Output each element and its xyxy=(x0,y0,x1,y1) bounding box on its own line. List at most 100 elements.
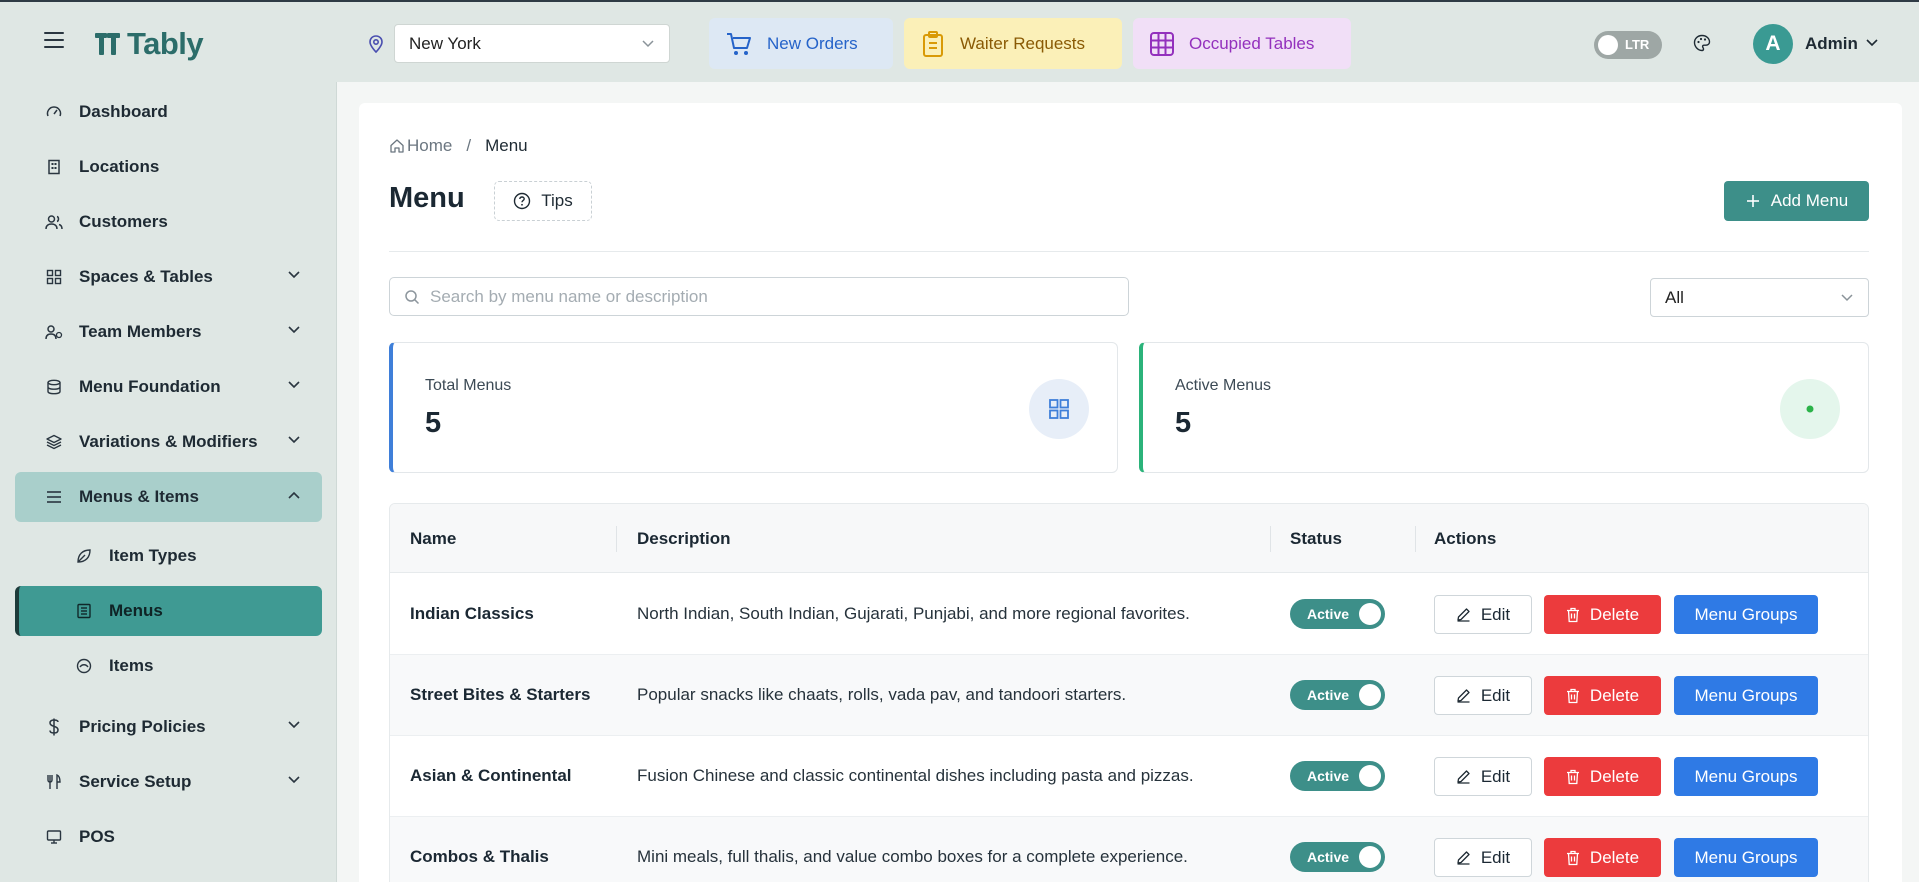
sidebar-item-label: Dashboard xyxy=(79,102,168,121)
location-select[interactable]: New York xyxy=(394,24,670,63)
table-row: Combos & Thalis Mini meals, full thalis,… xyxy=(390,817,1868,882)
sidebar-subitem-items[interactable]: Items xyxy=(15,641,322,691)
users-icon xyxy=(45,213,63,231)
sidebar-item-menu-foundation[interactable]: Menu Foundation xyxy=(15,362,322,412)
chevron-down-icon xyxy=(642,40,654,48)
menu-groups-button[interactable]: Menu Groups xyxy=(1674,757,1818,796)
brand-name: Tably xyxy=(127,26,204,61)
direction-toggle[interactable]: LTR xyxy=(1594,31,1662,59)
sidebar-item-label: Variations & Modifiers xyxy=(79,432,258,451)
edit-button[interactable]: Edit xyxy=(1434,676,1532,715)
search-placeholder: Search by menu name or description xyxy=(430,286,708,306)
sidebar-item-spaces-tables[interactable]: Spaces & Tables xyxy=(15,252,322,302)
active-dot-icon xyxy=(1780,379,1840,439)
sidebar-item-label: Spaces & Tables xyxy=(79,267,213,286)
status-label: Active xyxy=(1307,687,1350,703)
delete-button[interactable]: Delete xyxy=(1544,595,1661,634)
column-header-name[interactable]: Name xyxy=(410,529,456,549)
table-row: Indian Classics North Indian, South Indi… xyxy=(390,574,1868,655)
pencil-icon xyxy=(1457,608,1470,622)
sidebar-item-menus-items[interactable]: Menus & Items xyxy=(15,472,322,522)
delete-button[interactable]: Delete xyxy=(1544,838,1661,877)
menu-description: Fusion Chinese and classic continental d… xyxy=(637,766,1194,785)
brand-logo[interactable]: Tably xyxy=(93,26,204,62)
sidebar-item-customers[interactable]: Customers xyxy=(15,197,322,247)
column-divider xyxy=(616,526,617,552)
sidebar-item-service-setup[interactable]: Service Setup xyxy=(15,757,322,807)
total-menus-label: Total Menus xyxy=(425,377,512,394)
column-header-status[interactable]: Status xyxy=(1290,529,1342,549)
status-toggle[interactable]: Active xyxy=(1290,680,1385,710)
chevron-down-icon xyxy=(288,436,300,444)
toggle-knob xyxy=(1359,684,1381,706)
gauge-icon xyxy=(45,103,63,121)
tably-logo-icon xyxy=(95,33,120,55)
active-menus-card: Active Menus 5 xyxy=(1139,342,1869,473)
menu-groups-button[interactable]: Menu Groups xyxy=(1674,595,1818,634)
add-menu-button[interactable]: Add Menu xyxy=(1724,181,1869,221)
table-row: Asian & Continental Fusion Chinese and c… xyxy=(390,736,1868,817)
status-filter-value: All xyxy=(1665,287,1684,307)
delete-button[interactable]: Delete xyxy=(1544,676,1661,715)
palette-icon[interactable] xyxy=(1693,34,1711,52)
sidebar-subitem-menus[interactable]: Menus xyxy=(15,586,322,636)
dollar-icon xyxy=(45,718,63,736)
sidebar-subitem-label: Menus xyxy=(109,601,163,620)
occupied-tables-button[interactable]: Occupied Tables xyxy=(1133,18,1351,69)
delete-button[interactable]: Delete xyxy=(1544,757,1661,796)
grid-icon xyxy=(1029,379,1089,439)
column-divider xyxy=(1270,526,1271,552)
sidebar-subitem-label: Items xyxy=(109,656,154,675)
hamburger-menu-icon[interactable] xyxy=(44,32,64,48)
status-toggle[interactable]: Active xyxy=(1290,599,1385,629)
list-icon xyxy=(45,488,63,506)
menu-description: Mini meals, full thalis, and value combo… xyxy=(637,847,1188,866)
column-header-description[interactable]: Description xyxy=(637,529,731,549)
chevron-down-icon xyxy=(1841,294,1853,302)
delete-label: Delete xyxy=(1589,847,1640,867)
pencil-icon xyxy=(1457,770,1470,784)
map-pin-icon xyxy=(369,35,383,53)
sidebar-item-pricing-policies[interactable]: Pricing Policies xyxy=(15,702,322,752)
menu-groups-button[interactable]: Menu Groups xyxy=(1674,676,1818,715)
sidebar-item-dashboard[interactable]: Dashboard xyxy=(15,87,322,137)
table-row: Street Bites & Starters Popular snacks l… xyxy=(390,655,1868,736)
team-icon xyxy=(45,323,63,341)
column-divider xyxy=(1415,526,1416,552)
column-header-actions: Actions xyxy=(1434,529,1497,548)
edit-button[interactable]: Edit xyxy=(1434,757,1532,796)
edit-button[interactable]: Edit xyxy=(1434,838,1532,877)
sidebar-item-label: Customers xyxy=(79,212,168,231)
sidebar-item-label: Locations xyxy=(79,157,160,176)
menus-table: Name Description Status Actions Indian C… xyxy=(389,503,1869,882)
tips-button[interactable]: Tips xyxy=(494,181,592,221)
active-menus-value: 5 xyxy=(1175,407,1192,439)
breadcrumb-home-link[interactable]: Home xyxy=(407,136,452,156)
sidebar-item-locations[interactable]: Locations xyxy=(15,142,322,192)
sidebar-item-label: Menu Foundation xyxy=(79,377,221,396)
sidebar-item-team-members[interactable]: Team Members xyxy=(15,307,322,357)
menu-groups-button[interactable]: Menu Groups xyxy=(1674,838,1818,877)
chevron-down-icon[interactable] xyxy=(1866,39,1878,47)
search-icon xyxy=(405,289,420,304)
status-label: Active xyxy=(1307,606,1350,622)
chevron-down-icon xyxy=(288,271,300,279)
status-label: Active xyxy=(1307,849,1350,865)
breadcrumb: Home / Menu xyxy=(389,136,528,156)
home-icon xyxy=(390,139,404,153)
waiter-requests-button[interactable]: Waiter Requests xyxy=(904,18,1122,69)
user-name[interactable]: Admin xyxy=(1805,34,1858,54)
sidebar-item-variations-modifiers[interactable]: Variations & Modifiers xyxy=(15,417,322,467)
sidebar-subitem-item-types[interactable]: Item Types xyxy=(15,531,322,581)
new-orders-button[interactable]: New Orders xyxy=(709,18,893,69)
status-toggle[interactable]: Active xyxy=(1290,761,1385,791)
sidebar-subitem-label: Item Types xyxy=(109,546,197,565)
sidebar-item-pos[interactable]: POS xyxy=(15,812,322,862)
avatar[interactable]: A xyxy=(1753,24,1793,64)
status-filter-select[interactable]: All xyxy=(1650,278,1869,317)
status-toggle[interactable]: Active xyxy=(1290,842,1385,872)
edit-button[interactable]: Edit xyxy=(1434,595,1532,634)
status-label: Active xyxy=(1307,768,1350,784)
search-input[interactable]: Search by menu name or description xyxy=(389,277,1129,316)
layers-icon xyxy=(45,433,63,451)
